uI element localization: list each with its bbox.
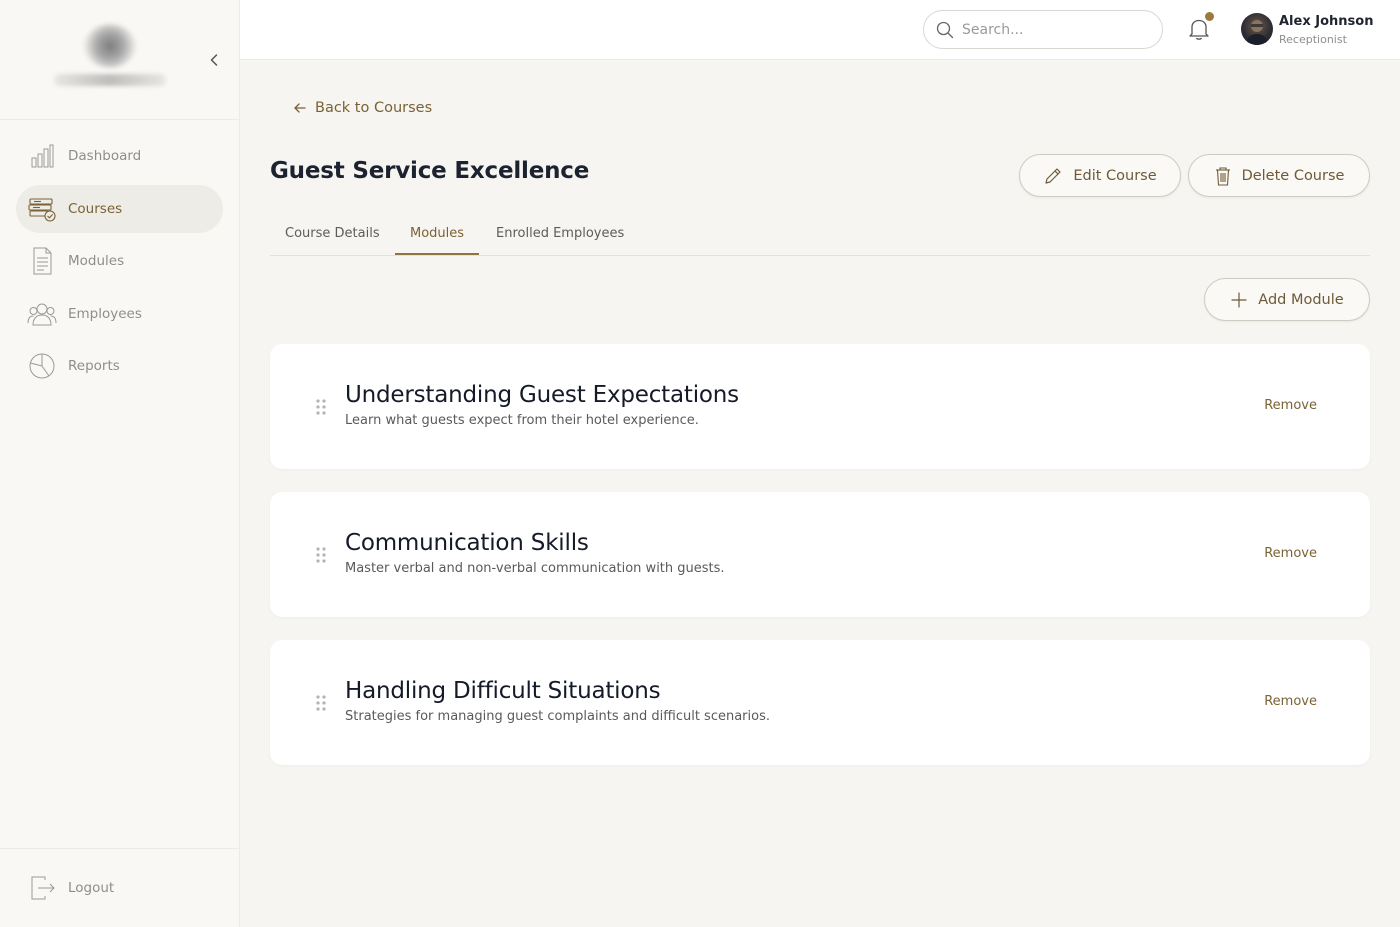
module-card: Communication Skills Master verbal and n… (270, 492, 1370, 617)
remove-module-button[interactable]: Remove (1264, 694, 1317, 709)
brand-name-blurred (54, 74, 166, 86)
sidebar-item-reports[interactable]: Reports (16, 342, 223, 390)
brand-logo (84, 24, 136, 68)
module-card: Handling Difficult Situations Strategies… (270, 640, 1370, 765)
avatar[interactable] (1241, 13, 1273, 45)
edit-course-label: Edit Course (1073, 167, 1157, 184)
sidebar-nav: Dashboard Courses Modules Employees Repo… (0, 120, 239, 390)
user-name: Alex Johnson (1279, 14, 1374, 29)
chevron-left-icon (210, 54, 218, 66)
module-title: Understanding Guest Expectations (345, 382, 739, 408)
notifications-button[interactable] (1186, 12, 1214, 42)
module-description: Strategies for managing guest complaints… (345, 709, 770, 724)
tab-enrolled-employees[interactable]: Enrolled Employees (481, 220, 639, 255)
search-box (923, 10, 1163, 49)
delete-course-label: Delete Course (1241, 167, 1345, 184)
sidebar-item-label: Reports (68, 358, 120, 374)
brand-area (0, 0, 239, 120)
sidebar-item-dashboard[interactable]: Dashboard (16, 132, 223, 180)
drag-handle-icon[interactable] (315, 694, 327, 712)
sidebar-item-courses[interactable]: Courses (16, 184, 223, 233)
pencil-icon (1045, 167, 1061, 184)
search-input[interactable] (962, 21, 1152, 38)
back-to-courses-link[interactable]: Back to Courses (293, 100, 432, 116)
remove-module-button[interactable]: Remove (1264, 398, 1317, 413)
module-title: Handling Difficult Situations (345, 678, 661, 704)
sidebar-item-label: Courses (68, 200, 123, 217)
add-module-label: Add Module (1258, 291, 1344, 308)
sidebar: Dashboard Courses Modules Employees Repo… (0, 0, 240, 927)
tab-modules[interactable]: Modules (395, 220, 480, 255)
top-header: Alex Johnson Receptionist (240, 0, 1400, 60)
trash-icon (1215, 166, 1230, 186)
sidebar-item-label: Modules (68, 253, 125, 269)
user-role: Receptionist (1279, 33, 1347, 46)
add-module-button[interactable]: Add Module (1204, 278, 1370, 321)
module-title: Communication Skills (345, 530, 589, 556)
plus-icon (1231, 291, 1247, 308)
module-description: Learn what guests expect from their hote… (345, 413, 699, 428)
notification-dot (1205, 12, 1214, 21)
search-icon (936, 21, 954, 38)
sidebar-item-employees[interactable]: Employees (16, 290, 223, 338)
back-link-label: Back to Courses (315, 100, 433, 116)
drag-handle-icon[interactable] (315, 546, 327, 564)
delete-course-button[interactable]: Delete Course (1188, 154, 1370, 197)
page-title: Guest Service Excellence (270, 158, 590, 184)
drag-handle-icon[interactable] (315, 398, 327, 416)
logout-label: Logout (68, 880, 115, 896)
main-content: Back to Courses Guest Service Excellence… (240, 60, 1400, 927)
module-card: Understanding Guest Expectations Learn w… (270, 344, 1370, 469)
logout-icon (26, 872, 58, 904)
sidebar-item-modules[interactable]: Modules (16, 237, 223, 285)
courses-icon (26, 193, 58, 225)
edit-course-button[interactable]: Edit Course (1019, 154, 1181, 197)
users-icon (26, 298, 58, 330)
remove-module-button[interactable]: Remove (1264, 546, 1317, 561)
collapse-sidebar-button[interactable] (204, 50, 224, 70)
module-description: Master verbal and non-verbal communicati… (345, 561, 725, 576)
course-tabs: Course Details Modules Enrolled Employee… (270, 220, 1370, 256)
sidebar-item-label: Employees (68, 305, 142, 322)
sidebar-item-label: Dashboard (68, 148, 142, 164)
tab-course-details[interactable]: Course Details (270, 220, 395, 255)
arrow-left-icon (294, 103, 306, 113)
logout-area: Logout (0, 848, 240, 927)
document-icon (26, 245, 58, 277)
bar-chart-icon (26, 140, 58, 172)
pie-chart-icon (26, 350, 58, 382)
logout-button[interactable]: Logout (16, 864, 224, 912)
